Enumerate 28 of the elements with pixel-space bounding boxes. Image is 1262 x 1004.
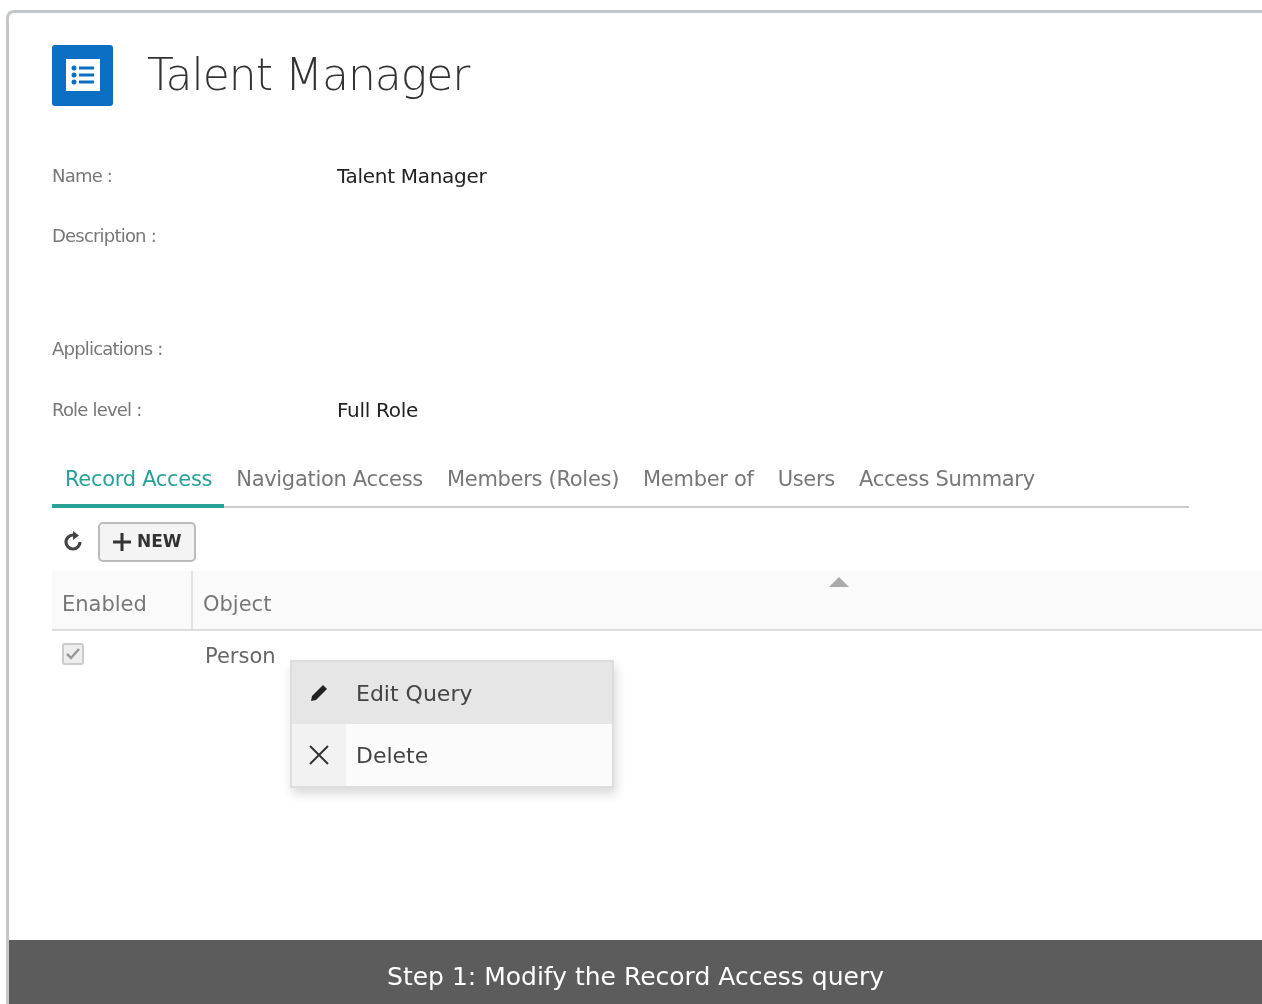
field-value: Full Role: [337, 396, 418, 424]
tab[interactable]: Members (Roles): [434, 464, 632, 508]
field-label: Name :: [52, 164, 114, 188]
page-title: Talent Manager: [147, 48, 470, 102]
tab[interactable]: Record Access: [52, 464, 225, 508]
caption-bar: Step 1: Modify the Record Access query: [9, 940, 1262, 1004]
list-icon: [52, 44, 113, 106]
refresh-icon[interactable]: [62, 531, 84, 553]
field-label: Description :: [52, 224, 157, 248]
table-cell-text: Person: [204, 642, 277, 670]
sort-icon[interactable]: [829, 576, 849, 587]
tab[interactable]: Users: [765, 464, 847, 508]
pencil-icon: [308, 682, 330, 704]
field-label: Applications :: [52, 337, 164, 361]
menu-item[interactable]: Edit Query: [292, 662, 612, 724]
tab[interactable]: Member of: [631, 464, 766, 508]
tab[interactable]: Access Summary: [846, 464, 1047, 508]
check-icon: [66, 647, 80, 660]
tab[interactable]: Navigation Access: [224, 464, 435, 508]
plus-icon: [112, 532, 132, 552]
checkbox[interactable]: [62, 642, 84, 665]
new-button[interactable]: NEW: [98, 522, 196, 562]
menu-item[interactable]: Delete: [292, 724, 612, 786]
close-icon: [308, 744, 330, 766]
field-value: Talent Manager: [337, 162, 487, 190]
field-label: Role level :: [52, 398, 143, 422]
column-header[interactable]: Object: [203, 591, 272, 616]
column-header[interactable]: Enabled: [62, 591, 147, 616]
